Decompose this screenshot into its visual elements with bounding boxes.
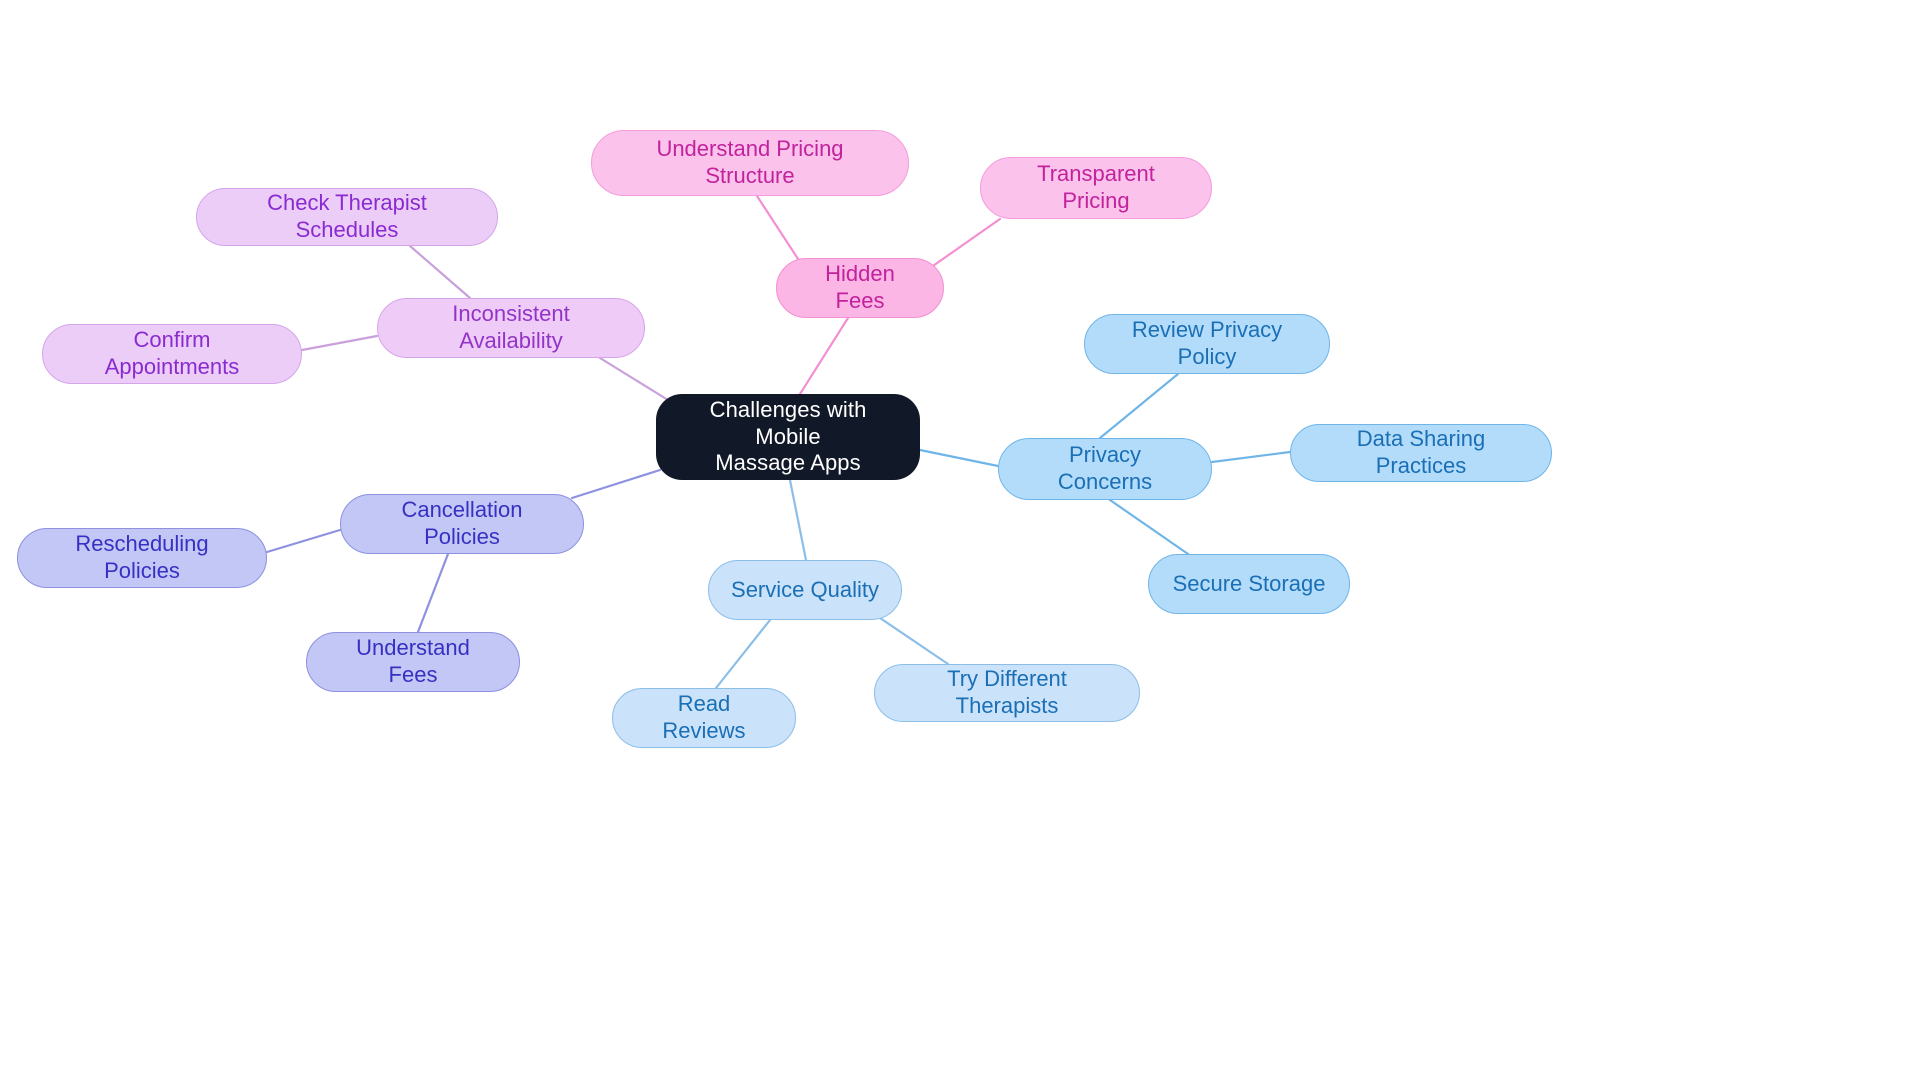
mindmap-node-label: Transparent Pricing bbox=[1037, 161, 1155, 213]
mindmap-node-check-therapist-schedules[interactable]: Check Therapist Schedules bbox=[196, 188, 498, 246]
mindmap-node-label: Challenges with Mobile Massage Apps bbox=[709, 396, 867, 476]
mindmap-node-confirm-appointments[interactable]: Confirm Appointments bbox=[42, 324, 302, 384]
mindmap-node-label: Inconsistent Availability bbox=[452, 301, 570, 353]
mindmap-node-understand-fees[interactable]: Understand Fees bbox=[306, 632, 520, 692]
mindmap-node-label: Hidden Fees bbox=[825, 261, 895, 313]
mindmap-node-service-quality[interactable]: Service Quality bbox=[708, 560, 902, 620]
mindmap-node-label: Privacy Concerns bbox=[1057, 442, 1153, 494]
edge-incons-check bbox=[408, 244, 472, 300]
mindmap-node-secure-storage[interactable]: Secure Storage bbox=[1148, 554, 1350, 614]
mindmap-node-label: Service Quality bbox=[731, 576, 879, 602]
mindmap-node-label: Understand Pricing Structure bbox=[656, 136, 844, 188]
mindmap-node-inconsistent-availability[interactable]: Inconsistent Availability bbox=[377, 298, 645, 358]
mindmap-node-hidden-fees[interactable]: Hidden Fees bbox=[776, 258, 944, 318]
mindmap-node-label: Confirm Appointments bbox=[104, 327, 240, 379]
mindmap-node-transparent-pricing[interactable]: Transparent Pricing bbox=[980, 157, 1212, 219]
mindmap-node-label: Review Privacy Policy bbox=[1131, 317, 1283, 369]
edge-privacy-review bbox=[1098, 372, 1180, 440]
mindmap-node-data-sharing-practices[interactable]: Data Sharing Practices bbox=[1290, 424, 1552, 482]
mindmap-node-read-reviews[interactable]: Read Reviews bbox=[612, 688, 796, 748]
mindmap-node-try-different-therapists[interactable]: Try Different Therapists bbox=[874, 664, 1140, 722]
edge-root-service bbox=[788, 478, 808, 562]
mindmap-node-label: Data Sharing Practices bbox=[1356, 426, 1486, 478]
edge-root-inconsistent bbox=[598, 356, 670, 402]
mindmap-node-cancellation-policies[interactable]: Cancellation Policies bbox=[340, 494, 584, 554]
mindmap-node-label: Cancellation Policies bbox=[401, 497, 523, 549]
mindmap-canvas: Challenges with Mobile Massage Apps Hidde… bbox=[0, 0, 1920, 1083]
edge-root-privacy bbox=[918, 448, 1000, 468]
mindmap-node-understand-pricing-structure[interactable]: Understand Pricing Structure bbox=[591, 130, 909, 196]
mindmap-node-root[interactable]: Challenges with Mobile Massage Apps bbox=[656, 394, 920, 480]
edge-cancel-resched bbox=[265, 528, 342, 554]
mindmap-node-label: Secure Storage bbox=[1172, 570, 1326, 596]
edge-incons-confirm bbox=[300, 334, 379, 352]
mindmap-node-rescheduling-policies[interactable]: Rescheduling Policies bbox=[17, 528, 267, 588]
mindmap-node-label: Understand Fees bbox=[356, 635, 470, 687]
edge-root-cancellation bbox=[570, 468, 662, 500]
edge-root-hidden-fees bbox=[798, 316, 850, 396]
mindmap-node-label: Read Reviews bbox=[662, 691, 746, 743]
edge-hidden-fees-understand bbox=[755, 194, 802, 264]
mindmap-node-label: Rescheduling Policies bbox=[75, 531, 209, 583]
mindmap-node-label: Check Therapist Schedules bbox=[267, 190, 427, 242]
edge-privacy-secure bbox=[1108, 498, 1190, 556]
edge-privacy-data bbox=[1210, 450, 1292, 464]
mindmap-node-privacy-concerns[interactable]: Privacy Concerns bbox=[998, 438, 1212, 500]
mindmap-node-label: Try Different Therapists bbox=[947, 666, 1067, 718]
mindmap-edge-layer bbox=[265, 194, 1292, 690]
edge-service-read bbox=[714, 618, 772, 690]
mindmap-node-review-privacy-policy[interactable]: Review Privacy Policy bbox=[1084, 314, 1330, 374]
edge-service-try bbox=[878, 616, 950, 666]
edge-cancel-fees bbox=[416, 552, 450, 634]
edge-hidden-fees-transparent bbox=[928, 217, 1002, 270]
